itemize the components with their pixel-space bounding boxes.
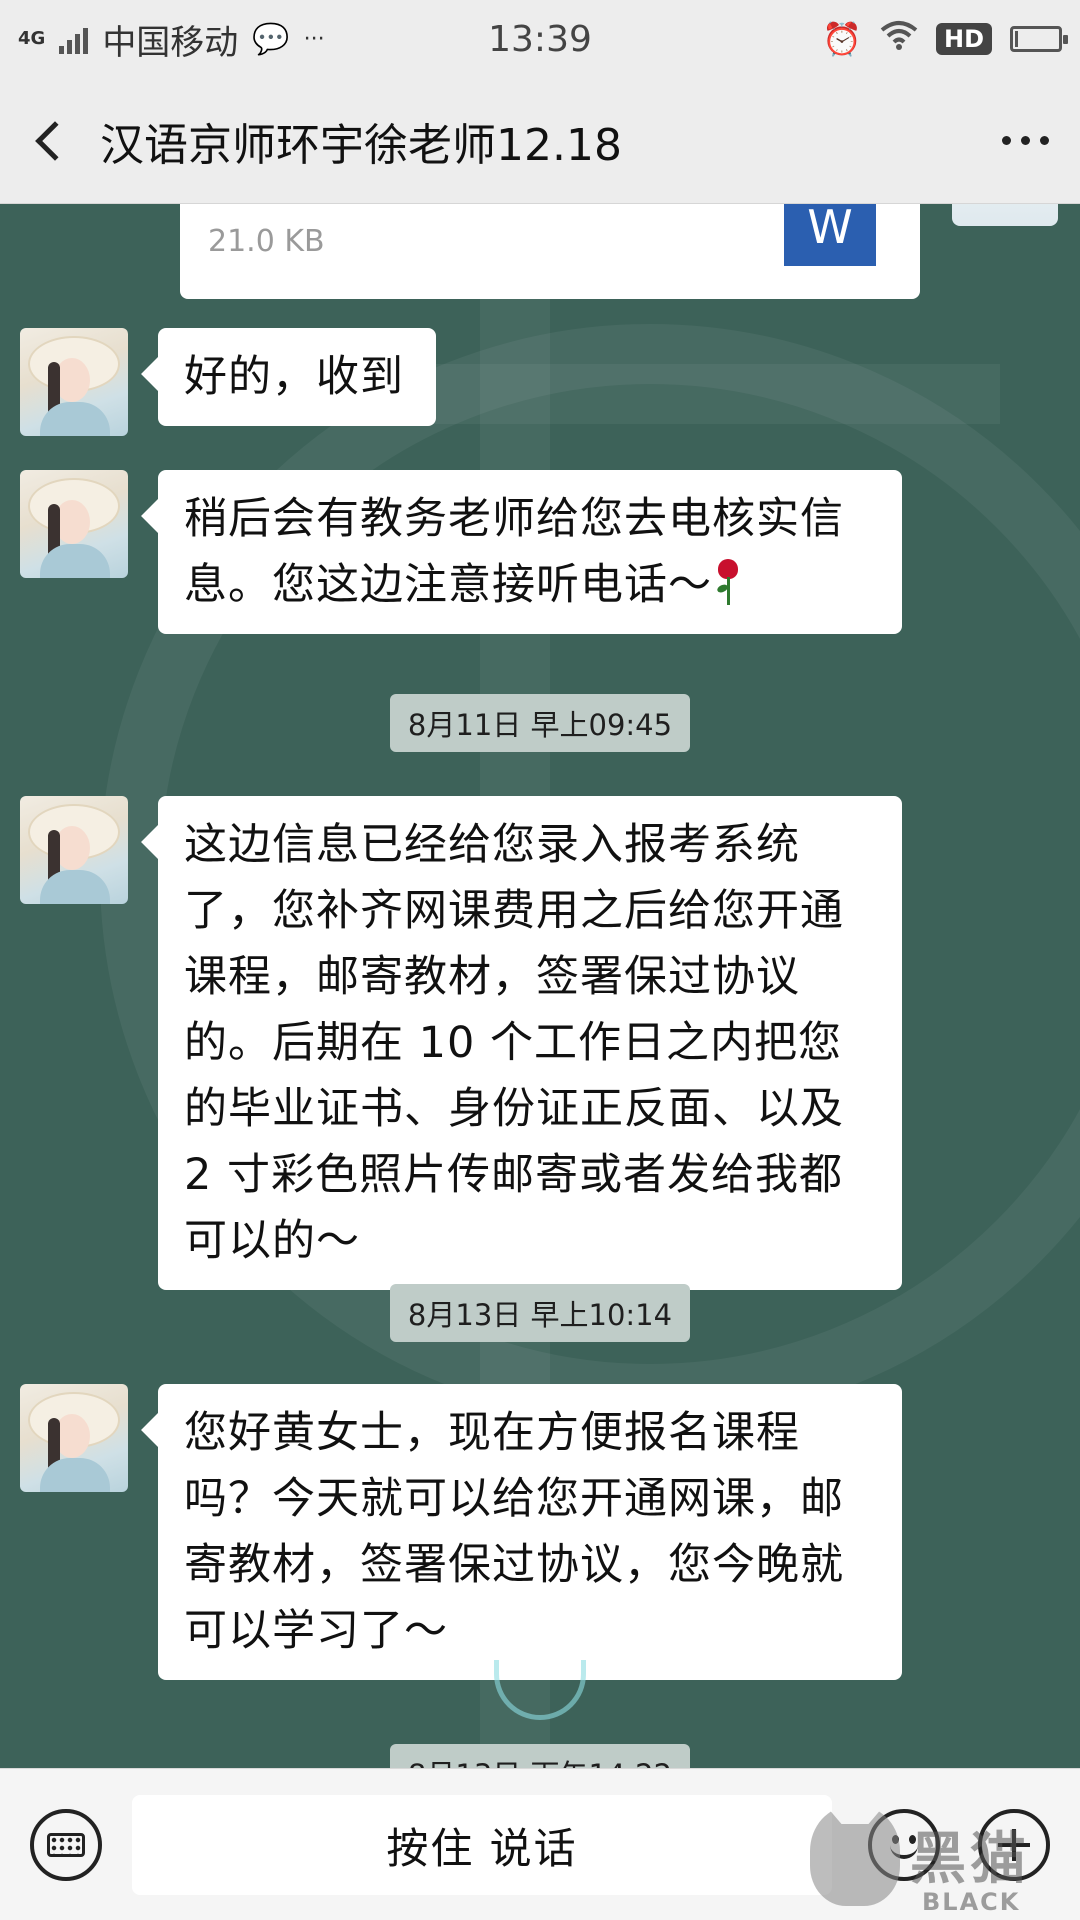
signal-icon bbox=[59, 24, 89, 54]
timestamp: 8月11日 早上09:45 bbox=[0, 694, 1080, 752]
own-avatar[interactable] bbox=[952, 204, 1058, 226]
message-notification-icon: 💬 bbox=[252, 21, 290, 57]
alarm-icon: ⏰ bbox=[822, 20, 862, 58]
input-bar: 按住 说话 bbox=[0, 1768, 1080, 1920]
avatar[interactable] bbox=[20, 796, 128, 904]
message-bubble[interactable]: 稍后会有教务老师给您去电核实信息。您这边注意接听电话～ bbox=[158, 470, 902, 634]
message-bubble[interactable]: 您好黄女士，现在方便报名课程吗？今天就可以给您开通网课，邮寄教材，签署保过协议，… bbox=[158, 1384, 902, 1680]
status-right: ⏰ HD bbox=[822, 19, 1068, 59]
network-type: 4G bbox=[18, 28, 46, 49]
wifi-icon bbox=[880, 19, 918, 59]
keyboard-icon bbox=[47, 1833, 85, 1857]
status-left: 4G 中国移动 💬 ··· bbox=[18, 15, 822, 64]
status-bar: 4G 中国移动 💬 ··· 13:39 ⏰ HD bbox=[0, 0, 1080, 78]
back-button[interactable] bbox=[0, 78, 100, 204]
file-message[interactable]: 21.0 KB W bbox=[180, 204, 920, 299]
file-size: 21.0 KB bbox=[208, 224, 325, 259]
more-notifications: ··· bbox=[303, 26, 325, 52]
word-document-icon: W bbox=[784, 204, 876, 266]
timestamp-label: 8月11日 早上09:45 bbox=[389, 694, 691, 752]
hold-to-talk-button[interactable]: 按住 说话 bbox=[132, 1795, 832, 1895]
more-functions-button[interactable] bbox=[978, 1809, 1050, 1881]
chat-area[interactable]: 21.0 KB W 好的，收到 稍后会有教务老师给您去电核实信息。您这边注意接听… bbox=[0, 204, 1080, 1768]
timestamp-label: 8月13日 早上10:14 bbox=[389, 1284, 691, 1342]
chevron-left-icon bbox=[35, 120, 75, 161]
timestamp: 8月13日 早上10:14 bbox=[0, 1284, 1080, 1342]
carrier-name: 中国移动 bbox=[102, 22, 239, 63]
chat-header: 汉语京师环宇徐老师12.18 bbox=[0, 78, 1080, 204]
message-bubble[interactable]: 这边信息已经给您录入报考系统了，您补齐网课费用之后给您开通课程，邮寄教材，签署保… bbox=[158, 796, 902, 1290]
hd-badge: HD bbox=[935, 23, 992, 55]
timestamp-partial: 8月13日 下午14:22 bbox=[390, 1744, 690, 1768]
chat-title: 汉语京师环宇徐老师12.18 bbox=[100, 119, 622, 171]
more-options-button[interactable] bbox=[970, 78, 1080, 204]
emoji-button[interactable] bbox=[868, 1809, 940, 1881]
avatar[interactable] bbox=[20, 328, 128, 436]
message-text: 稍后会有教务老师给您去电核实信息。您这边注意接听电话～ bbox=[184, 494, 844, 610]
avatar[interactable] bbox=[20, 470, 128, 578]
rose-icon bbox=[712, 557, 744, 607]
message-bubble[interactable]: 好的，收到 bbox=[158, 328, 436, 426]
avatar[interactable] bbox=[20, 1384, 128, 1492]
battery-icon bbox=[1010, 26, 1068, 52]
keyboard-toggle-button[interactable] bbox=[30, 1809, 102, 1881]
